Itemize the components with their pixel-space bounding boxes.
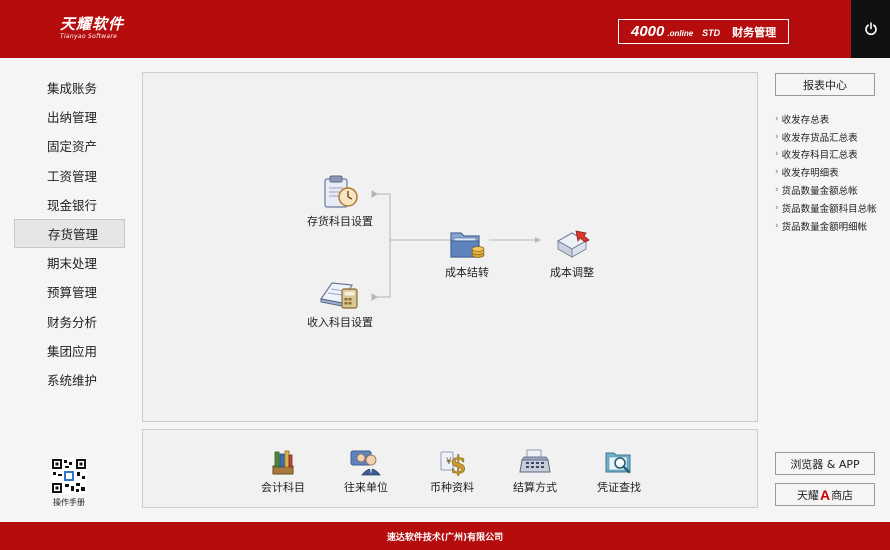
product-number: 4000: [631, 23, 665, 40]
report-link-summary[interactable]: › 收发存总表: [775, 110, 887, 128]
nav-item-payroll[interactable]: 工资管理: [14, 161, 125, 190]
chevron-right-icon: ›: [775, 185, 779, 196]
tool-voucher-search[interactable]: 凭证查找: [597, 448, 641, 495]
nav-item-group-apps[interactable]: 集团应用: [14, 336, 125, 365]
store-prefix: 天耀: [796, 488, 819, 502]
inventory-subject-settings[interactable]: 存货科目设置: [307, 174, 373, 229]
accounting-subjects-icon: [272, 450, 294, 475]
cost-adjustment[interactable]: 成本调整: [550, 227, 594, 280]
nav-item-inventory[interactable]: 存货管理: [14, 218, 125, 249]
inventory-flow-panel: 存货科目设置 收入科目设置 成本结转 成本调整: [142, 72, 758, 422]
store-a-logo: A: [819, 486, 831, 503]
report-link-label: 货品数量金额明细帐: [781, 221, 868, 233]
voucher-search-icon: [605, 452, 631, 474]
income-subject-label: 收入科目设置: [307, 316, 373, 329]
tool-currency-label: 币种资料: [430, 481, 474, 494]
tool-business-partners-label: 往来单位: [344, 481, 388, 494]
report-link-goods-summary[interactable]: › 收发存货品汇总表: [775, 128, 887, 146]
chevron-right-icon: ›: [775, 149, 779, 160]
report-link-label: 收发存明细表: [781, 168, 839, 180]
qr-code-icon: [51, 458, 87, 494]
user-manual-qr[interactable]: 操作手册: [46, 458, 92, 508]
footer-company: 速达软件技术(广州)有限公司: [386, 532, 504, 543]
company-logo: 天耀软件 Tianyao Software: [60, 16, 124, 40]
chevron-right-icon: ›: [775, 113, 779, 124]
report-link-goods-ledger[interactable]: › 货品数量金额总帐: [775, 181, 887, 199]
nav-item-fixed-assets[interactable]: 固定资产: [14, 131, 125, 160]
report-links: › 收发存总表 › 收发存货品汇总表 › 收发存科目汇总表 › 收发存明细表 › 货品数量…: [775, 110, 887, 235]
tool-accounting-subjects[interactable]: 会计科目: [261, 448, 305, 495]
report-link-goods-detail-ledger[interactable]: › 货品数量金额明细帐: [775, 217, 887, 235]
nav-item-cashier[interactable]: 出纳管理: [14, 102, 125, 131]
nav-item-period-end[interactable]: 期末处理: [14, 248, 125, 277]
cash-register-icon: [519, 449, 551, 473]
power-icon: [864, 22, 877, 36]
logo-sub-text: Tianyao Software: [60, 33, 118, 40]
footer-bar: 速达软件技术(广州)有限公司: [0, 522, 890, 550]
report-link-label: 收发存科目汇总表: [781, 150, 858, 162]
report-link-label: 货品数量金额科目总帐: [781, 203, 877, 215]
product-std: STD: [702, 27, 721, 38]
income-subject-settings[interactable]: 收入科目设置: [307, 275, 373, 330]
tool-settlement-methods-label: 结算方式: [513, 481, 557, 494]
inventory-subject-label: 存货科目设置: [307, 215, 373, 228]
report-link-label: 收发存总表: [781, 114, 830, 126]
header-bar: 天耀软件 Tianyao Software 4000 .online STD 财…: [0, 0, 890, 58]
report-center-button[interactable]: 报表中心: [775, 73, 875, 96]
report-link-detail[interactable]: › 收发存明细表: [775, 163, 887, 181]
nav-item-cash-bank[interactable]: 现金银行: [14, 190, 125, 219]
product-badge: 4000 .online STD 财务管理: [618, 19, 789, 44]
cost-transfer[interactable]: 成本结转: [445, 227, 489, 280]
basic-data-toolbar: 会计科目 往来单位 ¥ $ 币种资料 结算方式 凭证查找: [142, 429, 758, 508]
product-name: 财务管理: [732, 25, 777, 39]
report-link-subject-summary[interactable]: › 收发存科目汇总表: [775, 146, 887, 164]
currency-icon: ¥ $: [440, 450, 467, 476]
power-button[interactable]: [851, 0, 890, 58]
cost-adjustment-label: 成本调整: [550, 266, 594, 279]
user-manual-label: 操作手册: [53, 498, 85, 507]
folder-coins-icon: [450, 232, 485, 258]
product-edition: .online: [667, 29, 694, 38]
document-arrow-icon: [556, 230, 590, 258]
clipboard-clock-icon: [324, 175, 358, 208]
report-link-goods-subject-ledger[interactable]: › 货品数量金额科目总帐: [775, 199, 887, 217]
cost-transfer-label: 成本结转: [445, 266, 489, 279]
browser-app-button[interactable]: 浏览器 & APP: [775, 452, 875, 475]
report-link-label: 货品数量金额总帐: [781, 186, 858, 198]
tool-business-partners[interactable]: 往来单位: [344, 448, 388, 495]
logo-main-text: 天耀软件: [60, 15, 125, 33]
svg-text:$: $: [450, 450, 467, 476]
nav-item-financial-analysis[interactable]: 财务分析: [14, 307, 125, 336]
business-partners-icon: [350, 450, 381, 476]
tool-settlement-methods[interactable]: 结算方式: [513, 448, 557, 495]
chevron-right-icon: ›: [775, 167, 779, 178]
tianyao-store-button[interactable]: 天耀 A 商店: [775, 483, 875, 506]
tool-accounting-subjects-label: 会计科目: [261, 481, 305, 494]
nav-item-integrated-accounts[interactable]: 集成账务: [14, 73, 125, 102]
chevron-right-icon: ›: [775, 220, 779, 231]
nav-item-system-maintenance[interactable]: 系统维护: [14, 365, 125, 394]
tool-currency[interactable]: ¥ $ 币种资料: [430, 448, 474, 495]
report-link-label: 收发存货品汇总表: [781, 132, 858, 144]
tool-voucher-search-label: 凭证查找: [597, 481, 641, 494]
chevron-right-icon: ›: [775, 202, 779, 213]
module-nav: 集成账务 出纳管理 固定资产 工资管理 现金银行 存货管理 期末处理 预算管理 …: [14, 73, 125, 394]
nav-item-budget[interactable]: 预算管理: [14, 277, 125, 306]
chevron-right-icon: ›: [775, 131, 779, 142]
book-calculator-icon: [319, 282, 358, 309]
store-suffix: 商店: [831, 488, 854, 502]
